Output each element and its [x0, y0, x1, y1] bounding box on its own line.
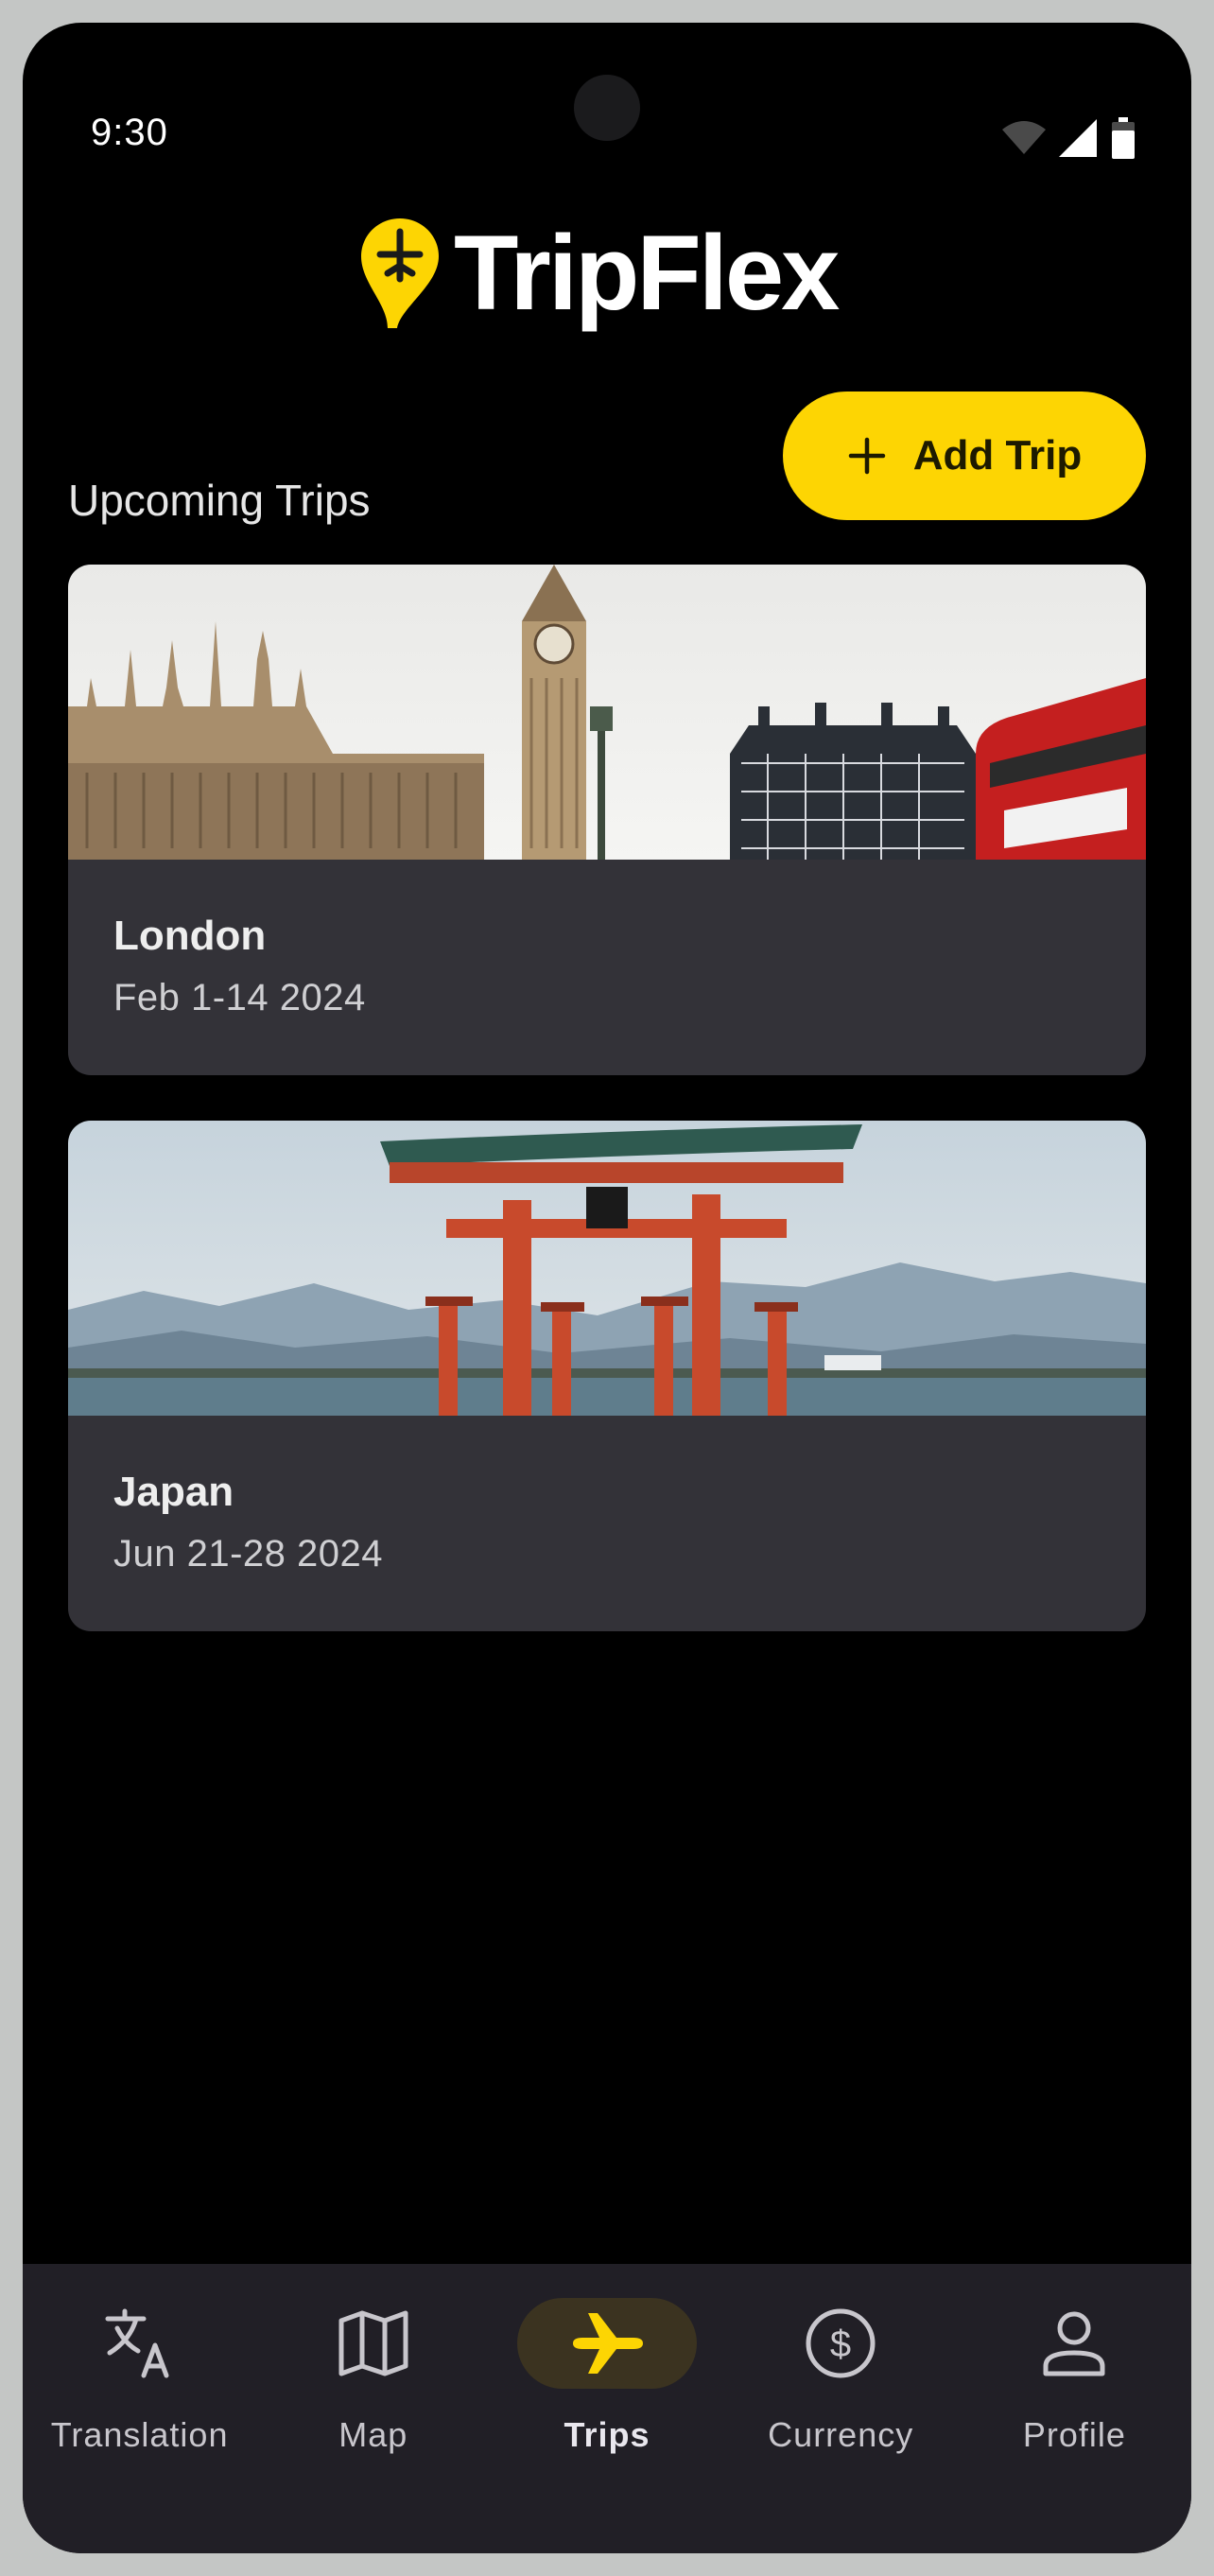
trip-dates: Feb 1-14 2024 — [113, 977, 366, 1018]
nav-label: Translation — [50, 2415, 229, 2454]
trip-destination: Japan — [113, 1469, 234, 1515]
add-trip-button[interactable]: Add Trip — [783, 392, 1146, 520]
trip-destination: London — [113, 913, 267, 959]
app-name: TripFlex — [454, 214, 840, 332]
camera-cutout — [574, 75, 640, 141]
nav-label: Profile — [1022, 2415, 1126, 2454]
upcoming-trips-title: Upcoming Trips — [68, 476, 371, 525]
airplane-icon — [573, 2313, 643, 2374]
trip-card-japan[interactable]: Japan Jun 21-28 2024 — [68, 1121, 1146, 1631]
translate-icon — [105, 2308, 169, 2378]
nav-item-translation[interactable]: Translation — [23, 2264, 256, 2553]
plus-icon — [848, 437, 886, 475]
london-skyline-photo — [68, 565, 1146, 860]
trip-dates: Jun 21-28 2024 — [113, 1533, 384, 1575]
svg-text:$: $ — [830, 2324, 851, 2365]
nav-item-trips[interactable]: Trips — [490, 2264, 723, 2553]
nav-item-currency[interactable]: $ Currency — [724, 2264, 958, 2553]
signal-icon — [1059, 119, 1097, 157]
status-icons — [1002, 117, 1135, 159]
status-time: 9:30 — [91, 112, 168, 153]
nav-item-map[interactable]: Map — [256, 2264, 490, 2553]
bottom-navigation: Translation Map Trips $ Currency Profile — [23, 2264, 1191, 2553]
app-screen: 9:30 TripFlex Upcoming Trips Add Trip Lo… — [23, 23, 1191, 2553]
map-icon — [338, 2310, 408, 2376]
battery-icon — [1112, 117, 1135, 159]
nav-label: Map — [338, 2415, 408, 2454]
torii-gate-photo — [68, 1121, 1146, 1416]
device-frame: 9:30 TripFlex Upcoming Trips Add Trip Lo… — [0, 0, 1214, 2576]
wifi-icon — [1002, 121, 1046, 154]
nav-item-profile[interactable]: Profile — [958, 2264, 1191, 2553]
location-pin-plane-icon — [361, 218, 439, 328]
nav-label: Trips — [564, 2415, 650, 2454]
status-bar: 9:30 — [23, 23, 1191, 212]
trip-card-london[interactable]: London Feb 1-14 2024 — [68, 565, 1146, 1075]
add-trip-label: Add Trip — [912, 432, 1083, 479]
app-logo: TripFlex — [359, 214, 840, 332]
nav-label: Currency — [768, 2415, 914, 2454]
dollar-circle-icon: $ — [806, 2308, 876, 2378]
person-icon — [1043, 2311, 1105, 2376]
